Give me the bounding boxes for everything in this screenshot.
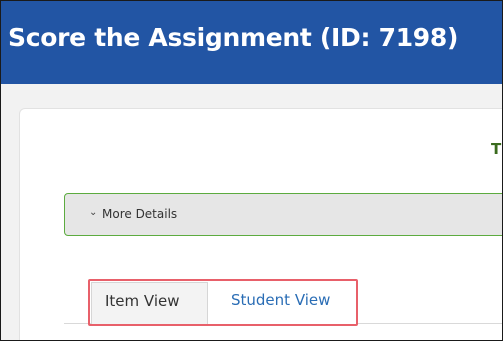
tab-item-view[interactable]: Item View [91, 282, 208, 324]
tab-student-view[interactable]: Student View [208, 282, 358, 324]
page-title: Score the Assignment (ID: 7198) [8, 23, 459, 52]
chevron-down-icon: ⌄ [89, 207, 98, 218]
section-heading: T [491, 140, 502, 158]
more-details-label: More Details [102, 207, 178, 221]
tab-student-view-label: Student View [231, 291, 331, 309]
app-window: Score the Assignment (ID: 7198) T ⌄ More… [0, 0, 503, 341]
more-details-toggle[interactable]: ⌄ More Details [64, 193, 502, 236]
page-header: Score the Assignment (ID: 7198) [1, 1, 502, 84]
tab-item-view-label: Item View [105, 292, 180, 310]
